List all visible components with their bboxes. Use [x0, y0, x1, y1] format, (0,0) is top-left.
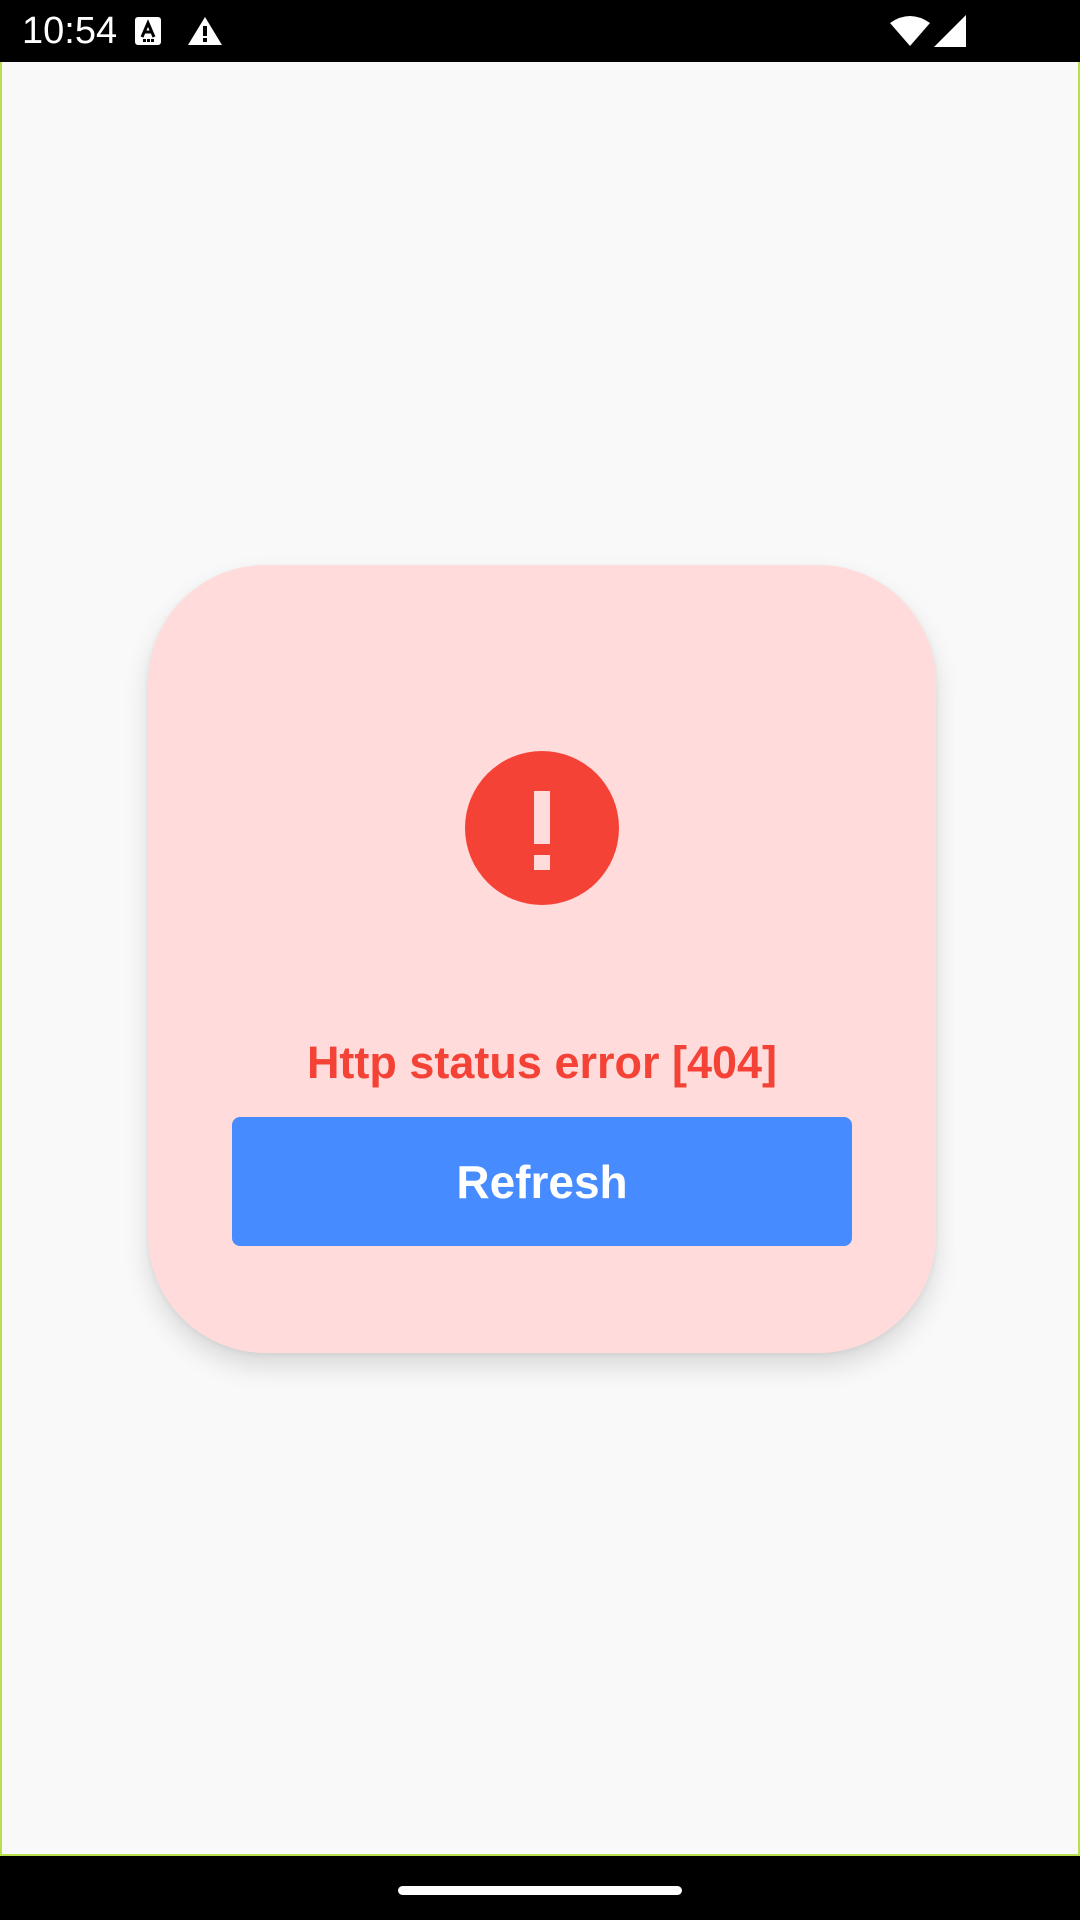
- warning-notification-icon: [188, 17, 222, 45]
- error-icon: [465, 751, 619, 905]
- cellular-signal-icon: [934, 15, 966, 47]
- app-content-area: Http status error [404] Refresh: [0, 62, 1080, 1856]
- status-time: 10:54: [22, 10, 118, 52]
- error-message: Http status error [404]: [306, 1037, 778, 1088]
- home-handle[interactable]: [398, 1886, 682, 1895]
- refresh-button[interactable]: Refresh: [232, 1117, 852, 1246]
- wifi-icon: [890, 16, 930, 46]
- error-card: Http status error [404] Refresh: [148, 565, 936, 1353]
- a-notification-icon: [135, 17, 161, 45]
- status-bar: 10:54: [0, 0, 1080, 62]
- navigation-bar: [0, 1856, 1080, 1920]
